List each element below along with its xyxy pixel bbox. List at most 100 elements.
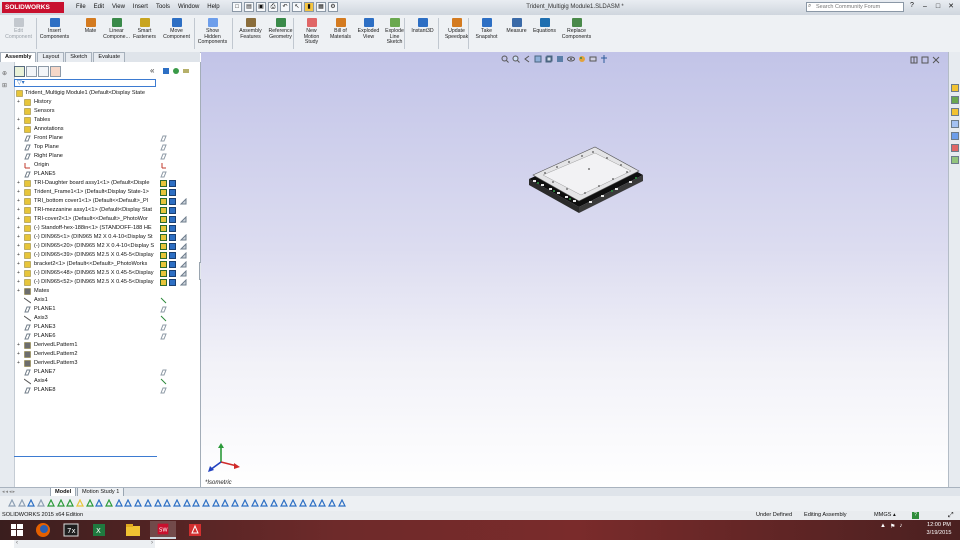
viewport-close-icon[interactable] <box>932 56 940 64</box>
file-explorer-icon[interactable] <box>120 521 146 539</box>
toolbar-tool-icon[interactable] <box>56 499 65 507</box>
filter-icon[interactable]: ▽▾ <box>17 80 25 86</box>
tree-node[interactable]: + TRI_bottom cover1<1> (Default<<Default>… <box>14 197 200 206</box>
configuration-tab-icon[interactable] <box>38 66 49 77</box>
assembly-model[interactable] <box>527 145 647 215</box>
tree-node[interactable]: Sensors <box>14 107 200 116</box>
tree-node[interactable]: Axis1 <box>14 296 200 305</box>
toolbar-tool-icon[interactable] <box>269 499 278 507</box>
cube-blue-icon[interactable] <box>162 67 170 75</box>
rebuild-icon[interactable]: ▮ <box>304 2 314 12</box>
toolbar-tool-icon[interactable] <box>105 499 113 507</box>
tab-assembly[interactable]: Assembly <box>0 52 37 62</box>
equations-button[interactable]: Equations <box>528 16 561 51</box>
menu-help[interactable]: Help <box>203 0 223 15</box>
menu-tools[interactable]: Tools <box>152 0 174 15</box>
insert-components-button[interactable]: Insert Components <box>38 16 71 51</box>
windows-start-icon[interactable] <box>4 521 30 539</box>
solidworks-logo[interactable]: SOLIDWORKS <box>2 2 64 13</box>
property-manager-tab-icon[interactable] <box>26 66 37 77</box>
expand-node-icon[interactable]: + <box>16 199 21 204</box>
tree-node[interactable]: Axis3 <box>14 314 200 323</box>
tree-node[interactable]: PLANE5 <box>14 170 200 179</box>
expand-node-icon[interactable]: + <box>16 118 21 123</box>
appearances-scenes-icon[interactable] <box>951 132 959 140</box>
collapse-panel-icon[interactable]: « <box>150 66 154 75</box>
toolbar-tool-icon[interactable] <box>299 499 307 507</box>
tree-node[interactable]: + (-) DIN965<39> (DIN965 M2.5 X 0.45-5<Di… <box>14 251 200 260</box>
section-view-icon[interactable] <box>534 55 542 63</box>
tree-node[interactable]: Axis4 <box>14 377 200 386</box>
toolbar-tool-icon[interactable] <box>182 499 191 507</box>
save-icon[interactable]: ▣ <box>256 2 266 12</box>
toolbar-tool-icon[interactable] <box>279 499 288 507</box>
toolbar-tool-icon[interactable] <box>172 499 181 507</box>
tree-rollback-bar[interactable] <box>14 456 157 457</box>
excel-icon[interactable]: X <box>86 521 112 539</box>
expand-node-icon[interactable]: + <box>16 361 21 366</box>
toolbar-tool-icon[interactable] <box>75 499 84 507</box>
tree-node[interactable]: PLANE3 <box>14 323 200 332</box>
design-library-icon[interactable] <box>951 96 959 104</box>
print-icon[interactable]: ⎙ <box>268 2 278 12</box>
expand-node-icon[interactable]: + <box>16 253 21 258</box>
menu-insert[interactable]: Insert <box>129 0 152 15</box>
viewport-single-icon[interactable] <box>910 56 918 64</box>
custom-properties-icon[interactable] <box>951 144 959 152</box>
expand-node-icon[interactable]: + <box>16 190 21 195</box>
tree-filter[interactable]: ▽▾ <box>14 79 156 87</box>
toolbar-tool-icon[interactable] <box>95 499 104 507</box>
expand-node-icon[interactable]: + <box>16 289 21 294</box>
tab-sketch[interactable]: Sketch <box>65 52 93 62</box>
tree-node[interactable]: + Mates <box>14 287 200 296</box>
tree-node[interactable]: PLANE7 <box>14 368 200 377</box>
appearance-icon[interactable] <box>172 67 180 75</box>
tab-nav-arrows-icon[interactable]: ◂◂◂▸ <box>2 489 16 495</box>
tree-node[interactable]: + TRI-cover2<1> (Default<<Default>_PhotoW… <box>14 215 200 224</box>
file-explorer-icon[interactable] <box>951 108 959 116</box>
options-icon[interactable]: ⚙ <box>328 2 338 12</box>
close-button[interactable]: ✕ <box>946 1 956 12</box>
pin-icon[interactable]: ⤢ <box>948 511 954 520</box>
tree-node[interactable]: Front Plane <box>14 134 200 143</box>
edit-appearance-icon[interactable] <box>578 55 586 63</box>
tree-node[interactable]: + Tables <box>14 116 200 125</box>
solidworks-taskbar-icon[interactable]: SW <box>150 521 176 539</box>
tree-node[interactable]: + History <box>14 98 200 107</box>
display-manager-tab-icon[interactable] <box>50 66 61 77</box>
toolbar-tool-icon[interactable] <box>163 499 172 507</box>
expand-icon[interactable]: ⊞ <box>2 82 12 90</box>
tree-node[interactable]: + DerivedLPattern3 <box>14 359 200 368</box>
toolbar-tool-icon[interactable] <box>308 499 317 507</box>
tree-node[interactable]: + Annotations <box>14 125 200 134</box>
tree-node[interactable]: Origin <box>14 161 200 170</box>
tree-node[interactable]: PLANE6 <box>14 332 200 341</box>
scroll-left-icon[interactable]: ‹ <box>16 540 18 546</box>
replace-components-button[interactable]: Replace Components <box>560 16 593 51</box>
tree-node[interactable]: + TRI-mezzanine assy1<1> (Default<Display… <box>14 206 200 215</box>
toolbar-tool-icon[interactable] <box>260 499 269 507</box>
toolbar-tool-icon[interactable] <box>202 499 210 507</box>
tree-node[interactable]: Trident_Multigig Module1 (Default<Displa… <box>14 89 200 98</box>
open-icon[interactable]: ▤ <box>244 2 254 12</box>
tree-node[interactable]: + Trident_Frame1<1> (Default<Display Stat… <box>14 188 200 197</box>
toolbar-tool-icon[interactable] <box>289 499 298 507</box>
expand-node-icon[interactable]: + <box>16 181 21 186</box>
view-palette-icon[interactable] <box>951 120 959 128</box>
tree-node[interactable]: + (-) DIN965<48> (DIN965 M2.5 X 0.45-5<Di… <box>14 269 200 278</box>
new-document-icon[interactable]: □ <box>232 2 242 12</box>
tab-evaluate[interactable]: Evaluate <box>93 52 126 62</box>
toolbar-tool-icon[interactable] <box>37 499 46 507</box>
menu-window[interactable]: Window <box>174 0 203 15</box>
expand-node-icon[interactable]: + <box>16 271 21 276</box>
toolbar-tool-icon[interactable] <box>46 499 55 507</box>
menu-edit[interactable]: Edit <box>90 0 108 15</box>
search-input[interactable]: Search Community Forum <box>806 2 904 12</box>
expand-node-icon[interactable]: + <box>16 226 21 231</box>
expand-node-icon[interactable]: + <box>16 244 21 249</box>
volume-icon[interactable]: ♪ <box>899 523 902 530</box>
previous-view-icon[interactable] <box>523 55 531 63</box>
view-settings-icon[interactable] <box>600 55 608 63</box>
tree-node[interactable]: + (-) Standoff-hex-188in<1> (STANDOFF-188… <box>14 224 200 233</box>
assembly-features-button[interactable]: Assembly Features <box>234 16 267 51</box>
